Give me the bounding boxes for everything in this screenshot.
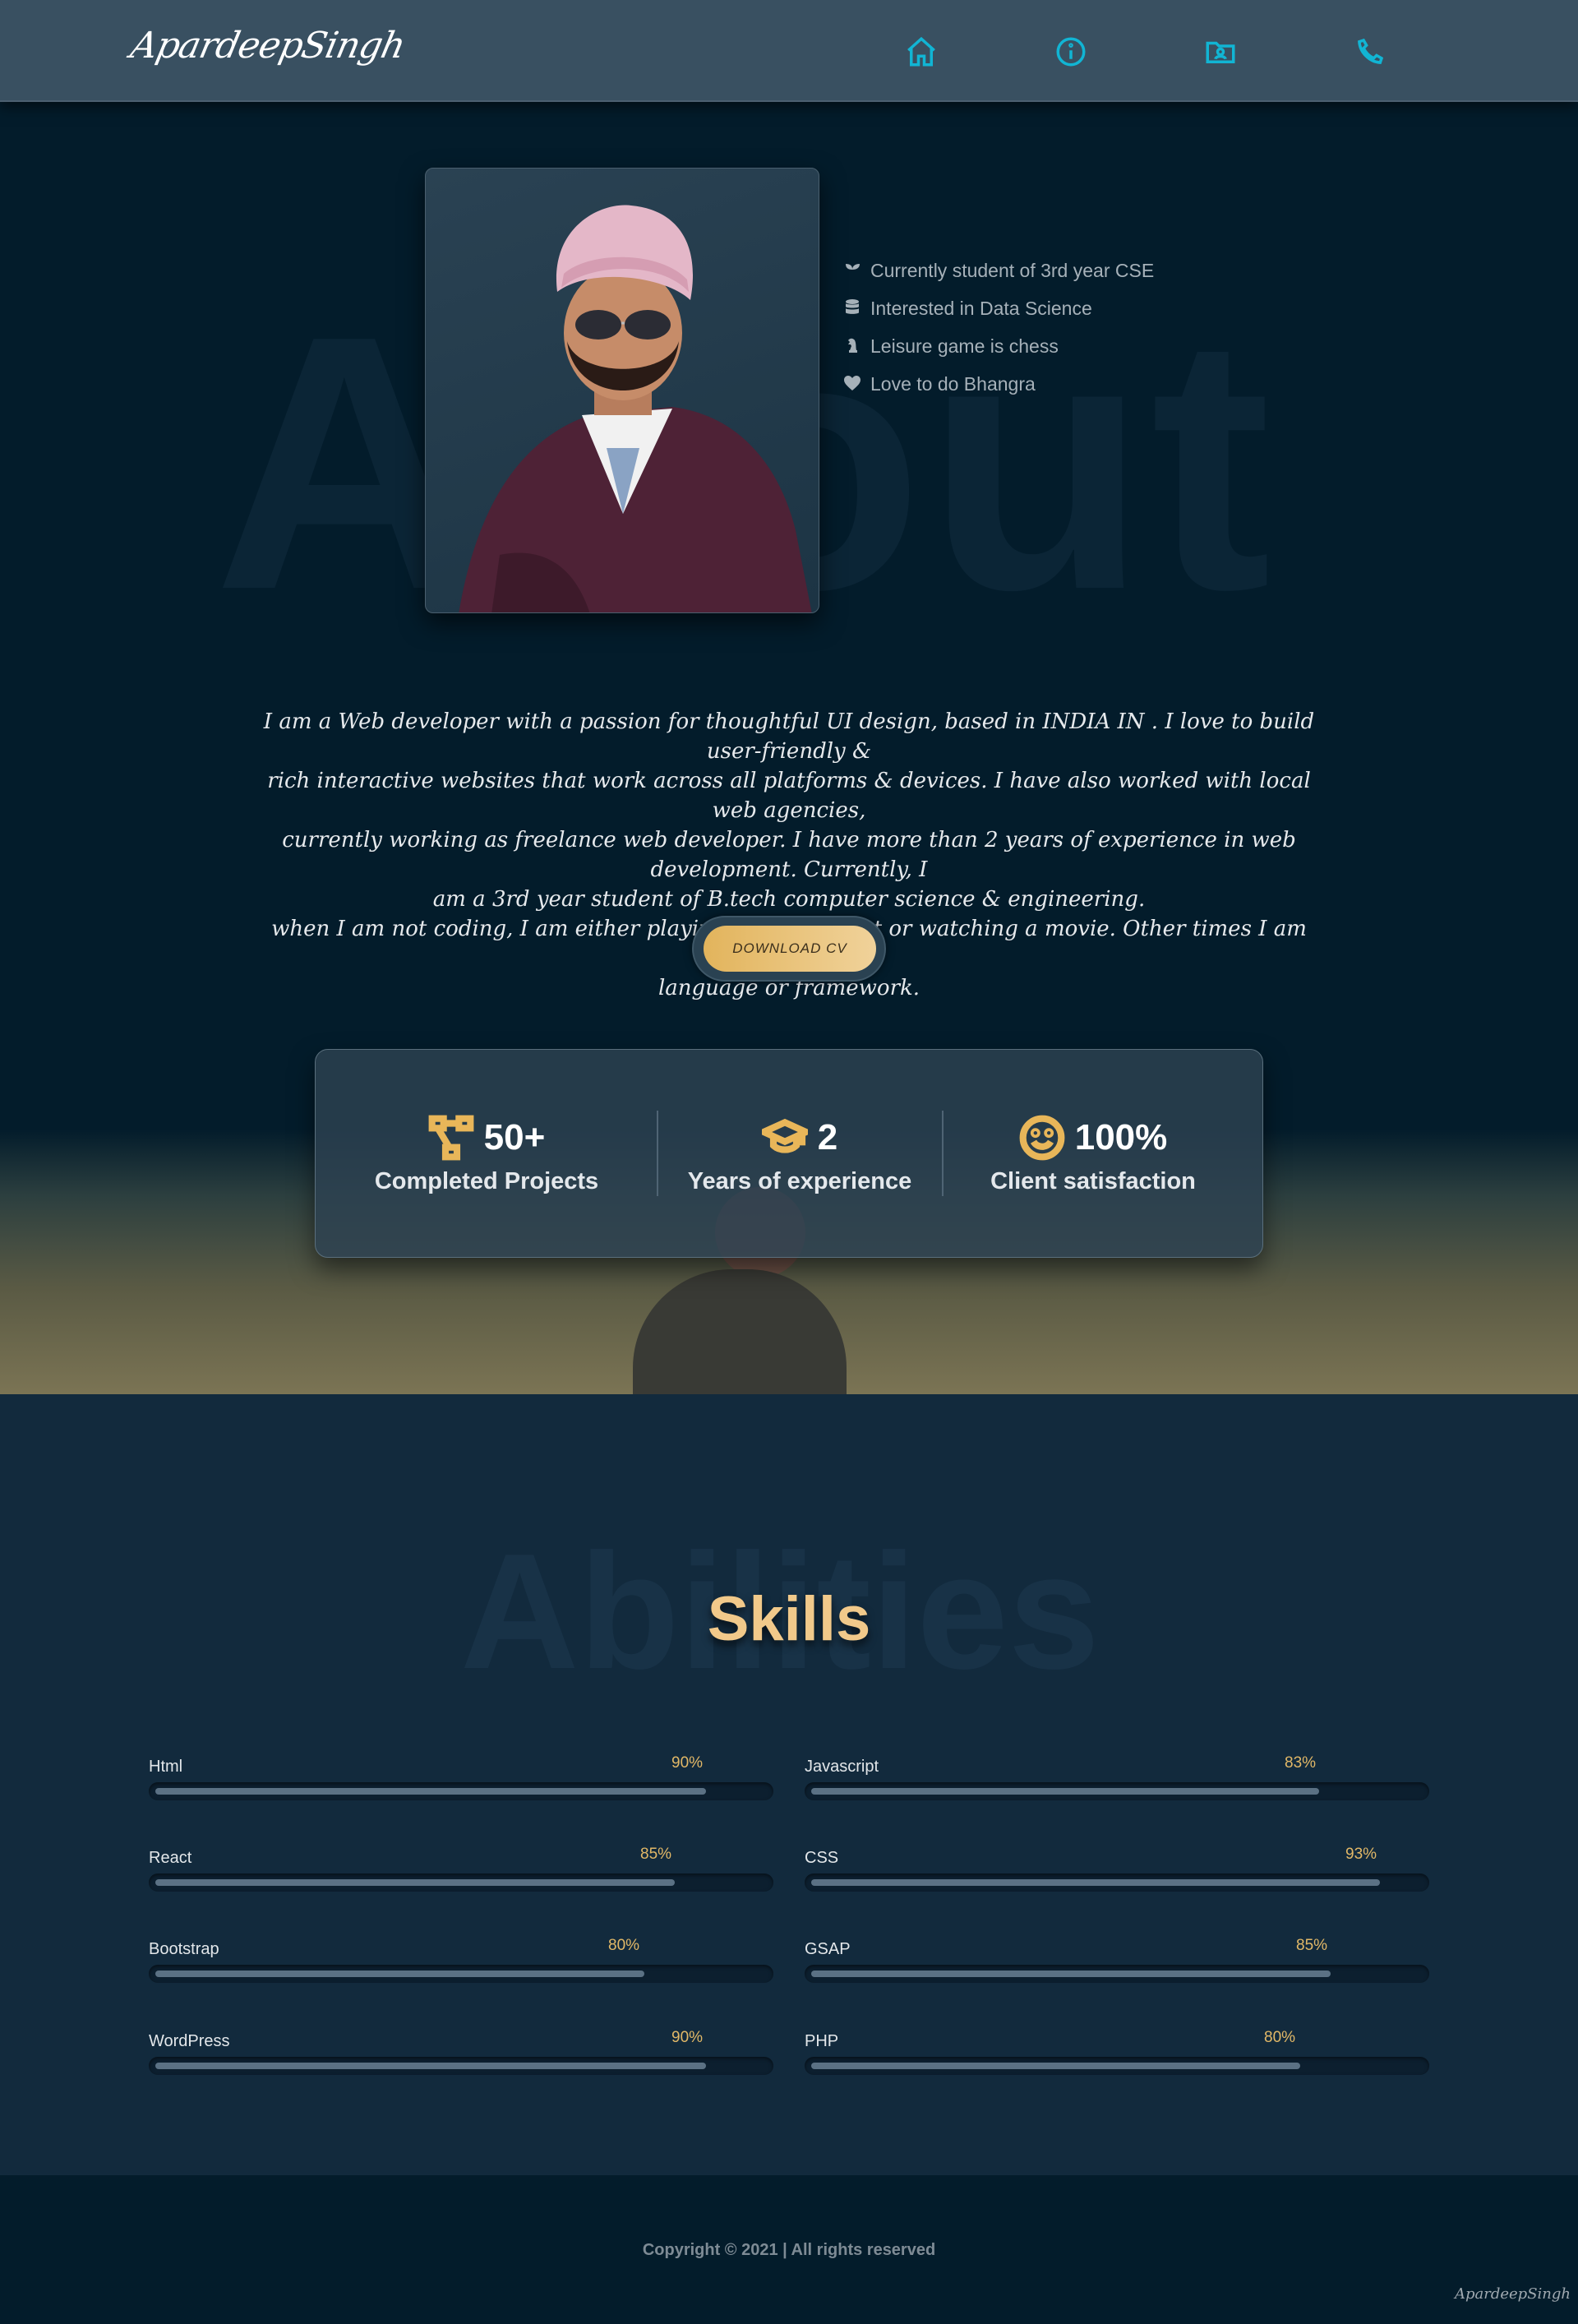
skill-progress-track [805,1965,1429,1983]
skill-progress-track [805,1782,1429,1800]
skill-progress-track [149,1782,773,1800]
skill-name: WordPress [149,2032,230,2050]
stat-value: 100% [1074,1117,1168,1157]
skill-progress-track [149,2057,773,2075]
skill-progress-fill [811,1788,1319,1795]
folder-user-icon[interactable] [1203,35,1238,69]
profile-photo [425,168,819,613]
skill-item: PHP 80% [805,2029,1429,2090]
skill-name: React [149,1849,192,1867]
skill-percent: 90% [671,2029,704,2046]
skill-progress-fill [811,2063,1300,2069]
fact-text: Leisure game is chess [870,335,1059,357]
fact-text: Love to do Bhangra [870,372,1036,395]
skill-percent: 90% [671,1754,704,1772]
about-section: About Currently student of 3rd year CSE [0,102,1578,1394]
footer-logo: ApardeepSingh [1455,2285,1571,2303]
skill-percent: 80% [608,1937,640,1954]
footer: Copyright © 2021 | All rights reserved A… [0,2175,1578,2324]
skill-percent: 93% [1345,1846,1377,1863]
phone-icon[interactable] [1353,35,1387,69]
stats-card: 50+ Completed Projects 2 Years of experi… [315,1049,1263,1258]
info-icon[interactable] [1054,35,1088,69]
skill-progress-track [149,1965,773,1983]
skill-name: PHP [805,2032,839,2050]
skill-item: WordPress 90% [149,2029,773,2090]
skill-item: React 85% [149,1846,773,1906]
skill-progress-fill [155,1879,675,1886]
skill-name: GSAP [805,1940,851,1958]
intro-line: currently working as freelance web devel… [282,828,1296,882]
skill-progress-fill [811,1971,1331,1977]
skill-item: Javascript 83% [805,1754,1429,1815]
skill-name: CSS [805,1849,839,1867]
fact-item: Interested in Data Science [842,289,1154,327]
home-icon[interactable] [904,35,939,69]
skill-progress-track [149,1874,773,1892]
download-cv-wrapper: DOWNLOAD CV [692,916,886,982]
heart-icon [842,373,864,395]
skill-percent: 85% [640,1846,672,1863]
fact-text: Interested in Data Science [870,297,1092,319]
stat-projects: 50+ Completed Projects [316,1050,658,1259]
skill-name: Bootstrap [149,1940,219,1958]
stat-satisfaction: 100% Client satisfaction [942,1050,1244,1259]
skill-percent: 80% [1264,2029,1296,2046]
skill-progress-fill [155,1971,644,1977]
fact-item: Love to do Bhangra [842,365,1154,403]
project-diagram-icon [428,1115,474,1161]
skill-item: Html 90% [149,1754,773,1815]
skill-progress-fill [811,1879,1380,1886]
about-facts-list: Currently student of 3rd year CSE Intere… [842,252,1154,403]
stat-label: Completed Projects [374,1168,599,1194]
skill-item: CSS 93% [805,1846,1429,1906]
intro-line: rich interactive websites that work acro… [267,769,1311,823]
skill-progress-fill [155,2063,706,2069]
fact-item: Currently student of 3rd year CSE [842,252,1154,289]
copyright-text: Copyright © 2021 | All rights reserved [642,2241,936,2259]
skill-percent: 83% [1285,1754,1317,1772]
stat-label: Client satisfaction [990,1168,1196,1194]
skill-progress-track [805,1874,1429,1892]
skill-progress-track [805,2057,1429,2075]
stat-value: 2 [817,1117,838,1157]
stat-experience: 2 Years of experience [658,1050,942,1259]
intro-line: am a 3rd year student of B.tech computer… [432,887,1146,912]
skills-title: Skills [707,1584,871,1654]
skills-section: Abilities Skills Html 90% Javascript 83%… [0,1394,1578,2175]
smile-icon [1019,1115,1065,1161]
download-cv-button[interactable]: DOWNLOAD CV [704,926,876,972]
intro-line: I am a Web developer with a passion for … [263,709,1315,764]
fact-text: Currently student of 3rd year CSE [870,259,1155,281]
seedling-icon [842,260,864,281]
site-logo[interactable]: ApardeepSingh [127,25,409,67]
skill-percent: 85% [1296,1937,1328,1954]
stat-value: 50+ [483,1117,546,1157]
chess-icon [842,335,864,357]
database-icon [842,298,864,319]
fact-item: Leisure game is chess [842,327,1154,365]
stat-label: Years of experience [687,1168,912,1194]
skill-item: Bootstrap 80% [149,1937,773,1998]
graduation-cap-icon [761,1118,808,1153]
skill-name: Javascript [805,1758,879,1776]
skill-progress-fill [155,1788,706,1795]
top-navbar: ApardeepSingh [0,0,1578,102]
skill-item: GSAP 85% [805,1937,1429,1998]
skill-name: Html [149,1758,183,1776]
